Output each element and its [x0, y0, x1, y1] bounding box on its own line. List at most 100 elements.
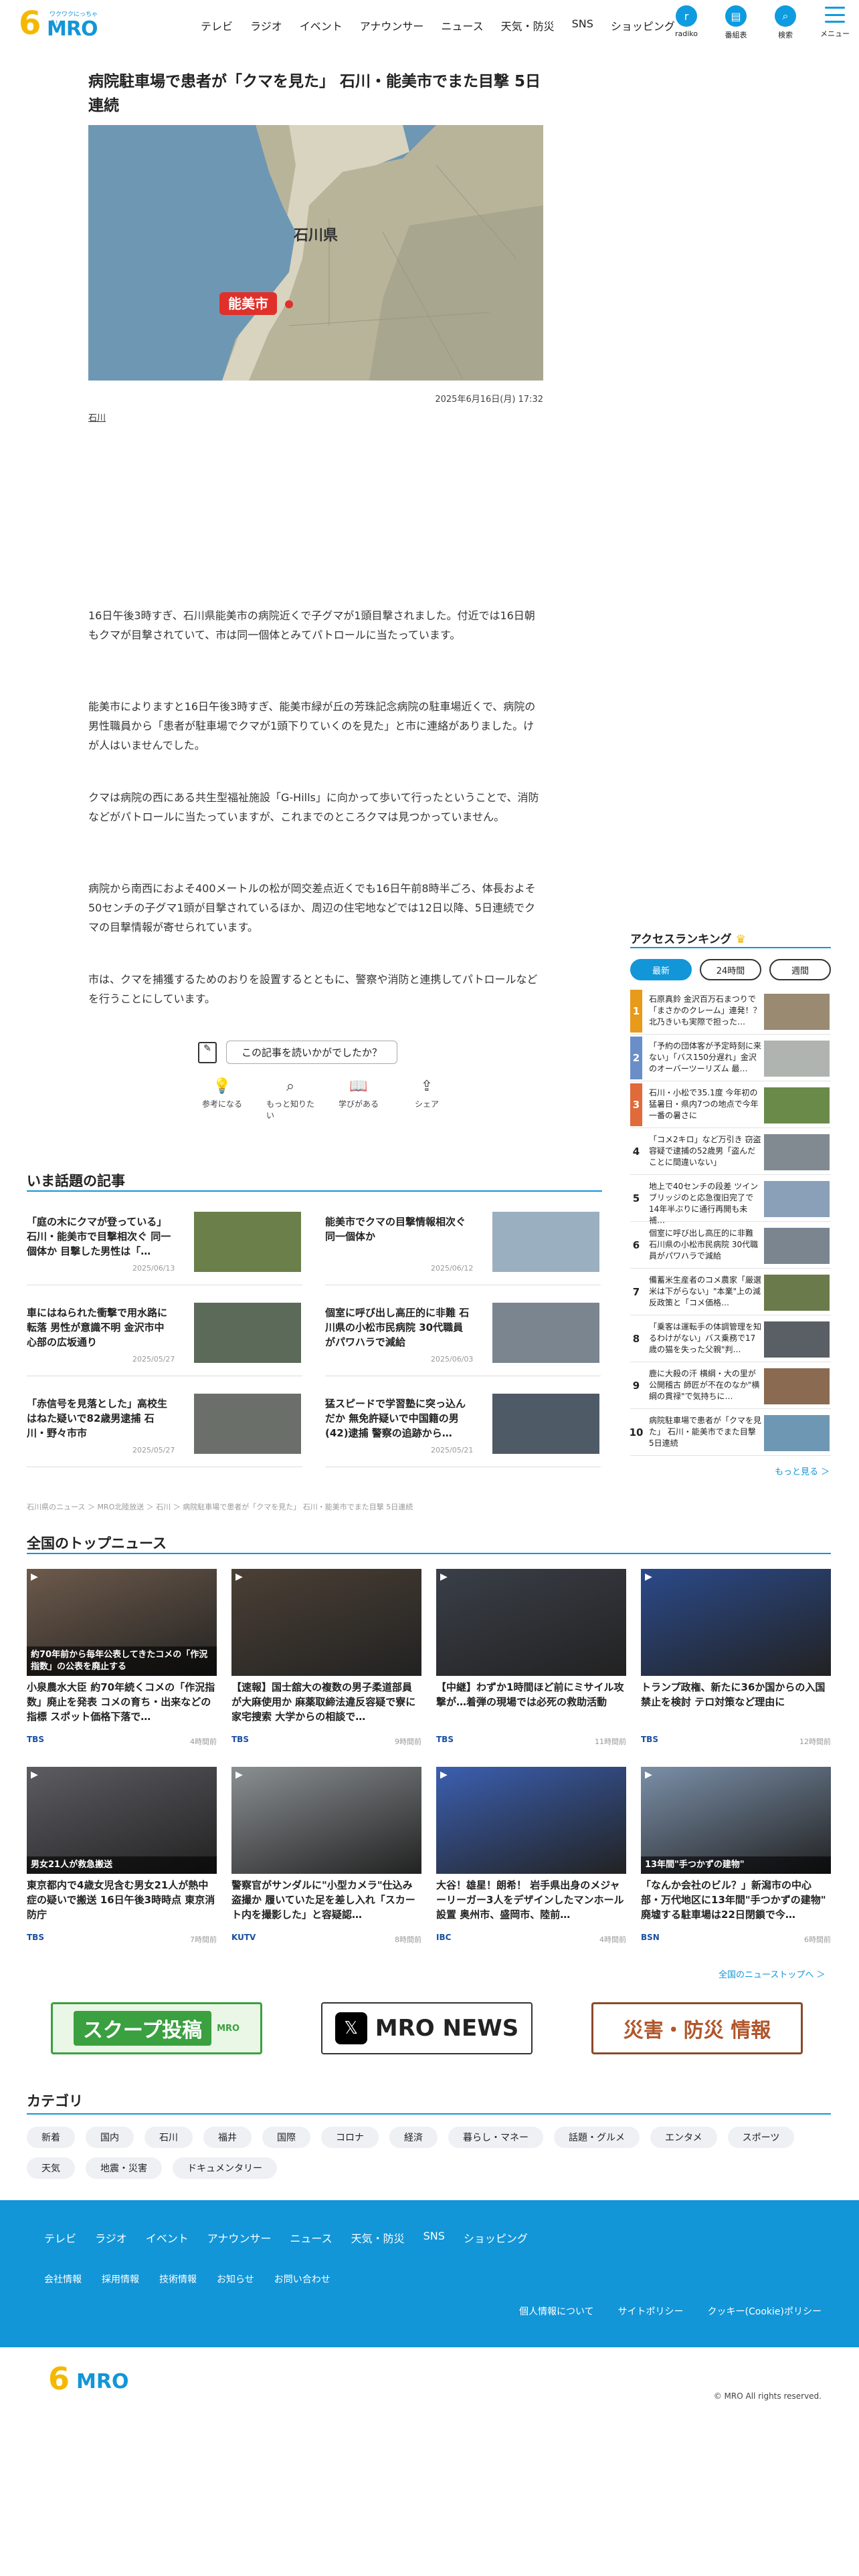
ranking-tab-latest[interactable]: 最新 — [630, 959, 692, 980]
national-news-card[interactable]: ▶ 男女21人が救急搬送 東京都内で4歳女児含む男女21人が熱中症の疑いで搬送 16… — [27, 1767, 217, 1954]
topic-card[interactable]: 能美市でクマの目撃情報相次ぐ 同一個体か 2025/06/12 — [325, 1212, 601, 1285]
share-button[interactable]: ⇪ シェア — [403, 1078, 451, 1121]
topic-card[interactable]: 車にはねられた衝撃で用水路に転落 男性が意識不明 金沢市中心部の広坂通り 2025… — [27, 1303, 302, 1376]
national-news-card[interactable]: ▶ 【中継】わずか1時間ほど前にミサイル攻撃が…着弾の現場では必死の救助活動 TBS… — [436, 1569, 626, 1756]
ranking-item[interactable]: 2 「予約の団体客が予定時刻に来ない」「バス150分遅れ」金沢のオーバーツーリズム… — [630, 1037, 831, 1079]
topic-date: 2025/05/27 — [132, 1446, 175, 1455]
footer-nav-item[interactable]: イベント — [146, 2230, 189, 2246]
category-chip[interactable]: 地震・災害 — [86, 2157, 162, 2179]
scoop-banner[interactable]: スクープ投稿 MRO — [51, 2002, 262, 2054]
national-news-title: 全国のトップニュース — [27, 1535, 167, 1551]
footer-sub-link[interactable]: お知らせ — [217, 2272, 254, 2286]
ranking-item[interactable]: 8 「乗客は運転手の体調管理を知るわけがない」バス乗務で17歳の猫を失った父親"判… — [630, 1317, 831, 1360]
ranking-tab-24h[interactable]: 24時間 — [700, 959, 761, 980]
main-nav: テレビ ラジオ イベント アナウンサー ニュース 天気・防災 SNS ショッピン… — [201, 17, 675, 33]
topic-date: 2025/06/03 — [431, 1355, 474, 1364]
topic-thumbnail — [492, 1394, 599, 1454]
footer-sub-link[interactable]: 技術情報 — [159, 2272, 197, 2286]
category-chip[interactable]: 国際 — [262, 2127, 310, 2148]
ranking-item[interactable]: 3 石川・小松で35.1度 今年初の猛暑日・県内7つの地点で今年一番の暑さに — [630, 1083, 831, 1126]
category-chip[interactable]: 石川 — [145, 2127, 193, 2148]
footer-legal-link[interactable]: 個人情報について — [519, 2304, 594, 2318]
national-more-link[interactable]: 全国のニューストップへ ＞ — [719, 1967, 825, 1980]
national-news-card[interactable]: ▶ 大谷！雄星！朗希！ 岩手県出身のメジャーリーガー3人をデザインしたマンホール設… — [436, 1767, 626, 1954]
play-icon: ▶ — [31, 1769, 38, 1780]
feedback-prompt: ✎ この記事を読いかがでしたか？ — [198, 1041, 398, 1064]
breadcrumb[interactable]: 石川県のニュース ＞ MRO北陸放送 ＞ 石川 ＞ 病院駐車場で患者が「クマを見… — [27, 1501, 413, 1512]
category-chip[interactable]: 暮らし・マネー — [448, 2127, 543, 2148]
ranking-item[interactable]: 4 「コメ2キロ」など万引き 窃盗容疑で逮捕の52歳男「盗んだことに間違いない」 — [630, 1130, 831, 1173]
ranking-item[interactable]: 9 鹿に大殺の汗 横綱・大の里が公開稽古 師匠が不在のなか"横綱の貫禄"で気持ちに… — [630, 1364, 831, 1407]
footer-logo[interactable]: 6 MRO — [48, 2361, 142, 2401]
radiko-button[interactable]: r radiko — [669, 5, 704, 40]
reaction-know-more-button[interactable]: ⌕ もっと知りたい — [266, 1078, 314, 1121]
national-news-card[interactable]: ▶ 警察官がサンダルに"小型カメラ"仕込み盗撮か 履いていた足を差し入れ「スカート… — [231, 1767, 421, 1954]
category-chip[interactable]: コロナ — [321, 2127, 379, 2148]
footer-legal-link[interactable]: クッキー(Cookie)ポリシー — [708, 2304, 822, 2318]
topic-thumbnail — [194, 1212, 301, 1272]
ranking-number: 5 — [630, 1177, 642, 1220]
search-button[interactable]: ⌕ 検索 — [768, 5, 803, 40]
category-chip[interactable]: 天気 — [27, 2157, 75, 2179]
category-chip[interactable]: スポーツ — [727, 2127, 795, 2148]
site-footer: テレビ ラジオ イベント アナウンサー ニュース 天気・防災 SNS ショッピング 会社情報 採… — [0, 2200, 859, 2347]
nav-announcer[interactable]: アナウンサー — [360, 17, 424, 33]
ranking-item[interactable]: 5 地上で40センチの段差 ツインブリッジのと応急復旧完了で14年半ぶりに通行再開… — [630, 1177, 831, 1225]
ranking-item[interactable]: 6 個室に呼び出し高圧的に非難 石川県の小松市民病院 30代職員がパワハラで減給 — [630, 1224, 831, 1267]
category-chip[interactable]: ドキュメンタリー — [173, 2157, 277, 2179]
topic-card[interactable]: 個室に呼び出し高圧的に非難 石川県の小松市民病院 30代職員がパワハラで減給 20… — [325, 1303, 601, 1376]
topic-card[interactable]: 「庭の木にクマが登っている」石川・能美市で目撃相次ぐ 同一個体か 目撃した男性は… — [27, 1212, 302, 1285]
share-icon: ⇪ — [420, 1078, 434, 1095]
footer-nav-item[interactable]: 天気・防災 — [351, 2230, 405, 2246]
footer-sub-link[interactable]: 採用情報 — [102, 2272, 139, 2286]
ranking-title-text: 地上で40センチの段差 ツインブリッジのと応急復旧完了で14年半ぶりに通行再開も… — [649, 1182, 759, 1225]
mro-news-x-banner[interactable]: 𝕏 MRO NEWS — [321, 2002, 533, 2054]
national-news-card[interactable]: ▶ 約70年前から毎年公表してきたコメの「作況指数」の公表を廃止する 小泉農水大臣 … — [27, 1569, 217, 1756]
reaction-learn-button[interactable]: 📖 学びがある — [335, 1078, 383, 1121]
ranking-item[interactable]: 7 備蓄米生産者のコメ農家「厳選米は下がらない」"本業"上の減反政策と「コメ価格… — [630, 1271, 831, 1313]
mro-logo[interactable]: 6 ワクワクにっちゃう! MRO — [19, 5, 106, 43]
national-news-card[interactable]: ▶ 【速報】国士舘大の複数の男子柔道部員が大麻使用か 麻薬取締法違反容疑で寮に家宅… — [231, 1569, 421, 1756]
nav-sns[interactable]: SNS — [572, 17, 593, 33]
nav-news[interactable]: ニュース — [441, 17, 483, 33]
nav-radio[interactable]: ラジオ — [250, 17, 282, 33]
category-chip[interactable]: 新着 — [27, 2127, 75, 2148]
topic-card[interactable]: 猛スピードで学習塾に突っ込んだか 無免許疑いで中国籍の男(42)逮捕 警察の追跡… — [325, 1394, 601, 1467]
footer-legal-link[interactable]: サイトポリシー — [618, 2304, 684, 2318]
footer-nav-item[interactable]: テレビ — [44, 2230, 76, 2246]
radio-icon: r — [676, 5, 697, 27]
ranking-item[interactable]: 1 石原真鈴 金沢百万石まつりで「まさかのクレーム」連発！？ 北乃きいも実際で担っ… — [630, 990, 831, 1033]
ranking-title-text: 「コメ2キロ」など万引き 窃盗容疑で逮捕の52歳男「盗んだことに間違いない」 — [649, 1135, 761, 1167]
footer-nav-item[interactable]: ショッピング — [464, 2230, 528, 2246]
schedule-button[interactable]: ▤ 番組表 — [719, 5, 753, 40]
category-chip[interactable]: エンタメ — [650, 2127, 717, 2148]
nav-weather[interactable]: 天気・防災 — [501, 17, 555, 33]
nav-shopping[interactable]: ショッピング — [611, 17, 675, 33]
category-chip[interactable]: 国内 — [86, 2127, 134, 2148]
reaction-label: 参考になる — [201, 1099, 242, 1109]
menu-button[interactable]: メニュー — [818, 5, 852, 40]
category-chip[interactable]: 話題・グルメ — [554, 2127, 640, 2148]
ranking-tab-weekly[interactable]: 週間 — [769, 959, 831, 980]
category-chip[interactable]: 福井 — [203, 2127, 252, 2148]
divider — [630, 1174, 831, 1175]
footer-nav-item[interactable]: アナウンサー — [207, 2230, 272, 2246]
reaction-helpful-button[interactable]: 💡 参考になる — [198, 1078, 246, 1121]
topic-card[interactable]: 「赤信号を見落とした」高校生はねた疑いで82歳男逮捕 石川・野々市市 2025/0… — [27, 1394, 302, 1467]
footer-sub-link[interactable]: 会社情報 — [44, 2272, 82, 2286]
ranking-more-link[interactable]: もっと見る ＞ — [775, 1465, 830, 1477]
nav-event[interactable]: イベント — [300, 17, 343, 33]
news-date: 11時間前 — [595, 1737, 626, 1746]
disaster-banner[interactable]: 災害・防災 情報 — [591, 2002, 803, 2054]
footer-nav-item[interactable]: ラジオ — [95, 2230, 127, 2246]
nav-tv[interactable]: テレビ — [201, 17, 233, 33]
scoop-label: スクープ投稿 — [73, 2011, 212, 2046]
category-chip[interactable]: 経済 — [389, 2127, 438, 2148]
footer-nav-item[interactable]: ニュース — [290, 2230, 332, 2246]
footer-sub-link[interactable]: お問い合わせ — [274, 2272, 330, 2286]
ranking-item[interactable]: 10 病院駐車場で患者が「クマを見た」 石川・能美市でまた目撃 5日連続 — [630, 1411, 831, 1454]
national-news-card[interactable]: ▶ 13年間"手つかずの建物" 「なんか会社のビル？」新潟市の中心部・万代地区に13… — [641, 1767, 831, 1954]
footer-nav-item[interactable]: SNS — [423, 2230, 445, 2246]
national-news-card[interactable]: ▶ トランプ政権、新たに36か国からの入国禁止を検討 テロ対策など理由に TBS 12… — [641, 1569, 831, 1756]
article-tag-link[interactable]: 石川 — [88, 411, 106, 423]
